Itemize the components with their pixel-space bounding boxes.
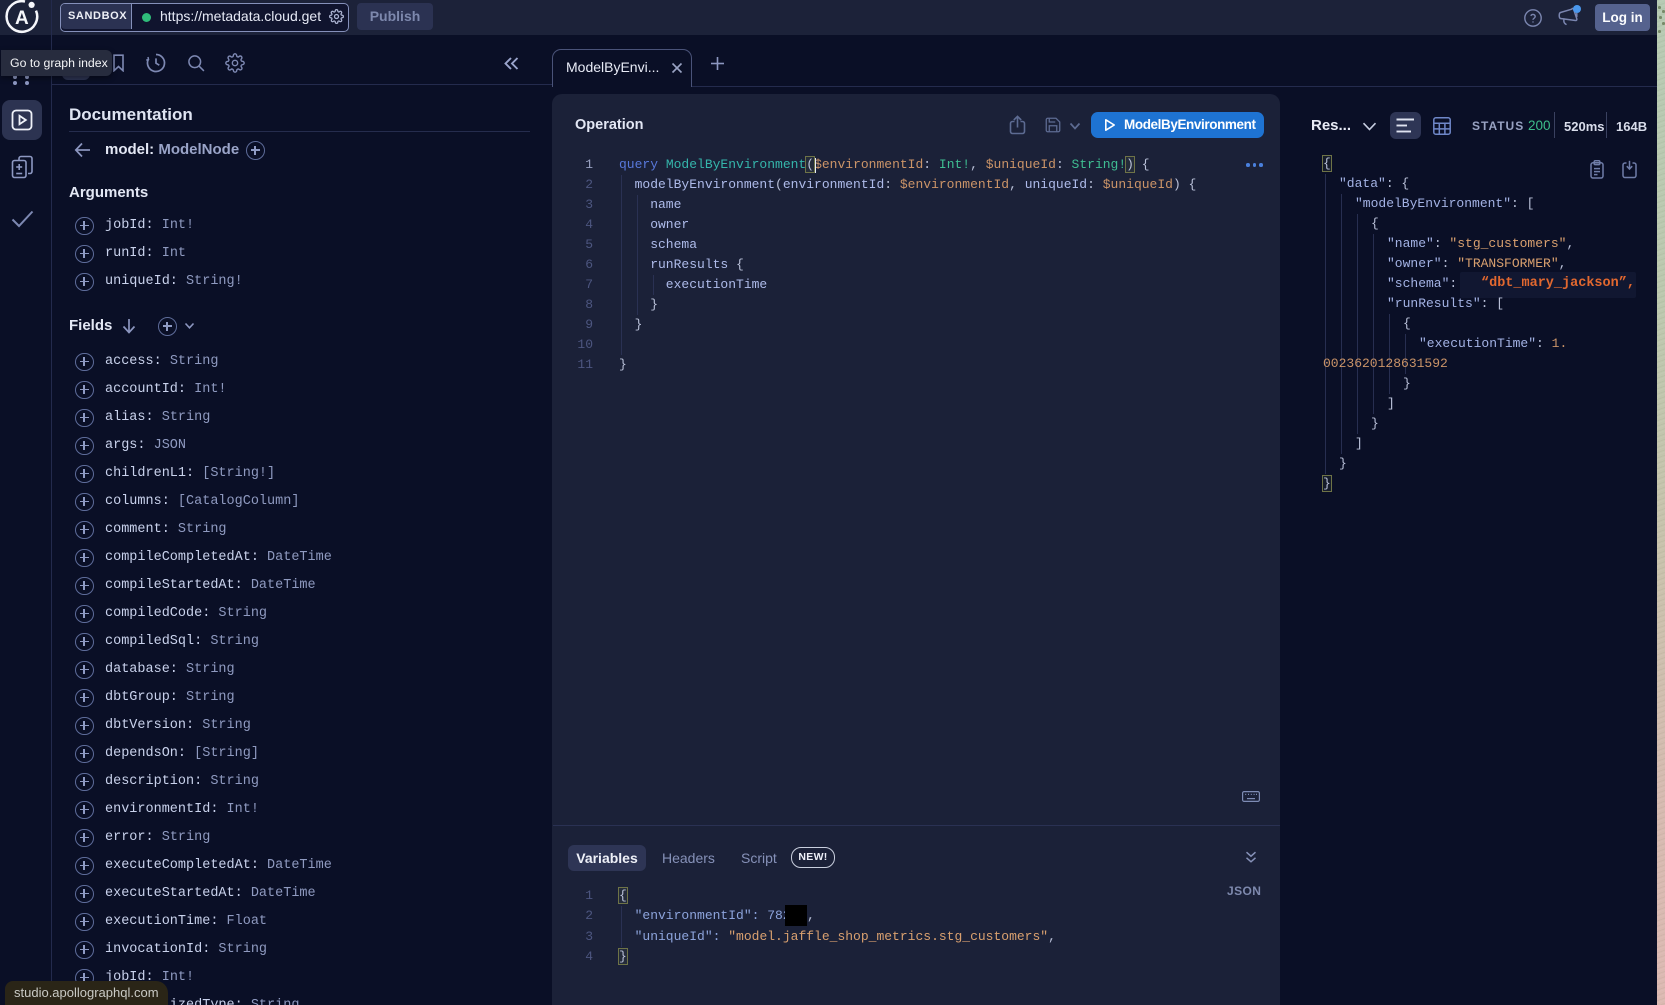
svg-text:A: A: [15, 8, 29, 29]
